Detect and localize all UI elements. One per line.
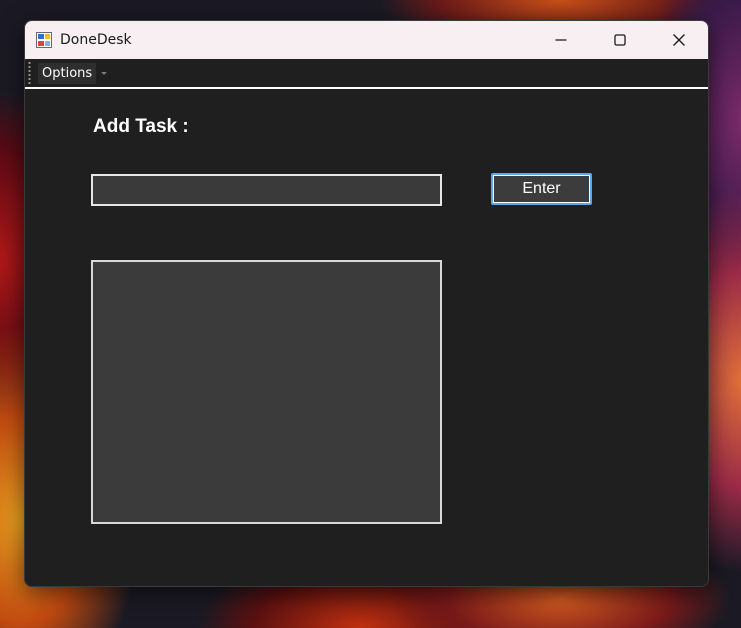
close-button[interactable] bbox=[650, 21, 708, 59]
maximize-button[interactable] bbox=[591, 21, 649, 59]
menu-strip: Options bbox=[25, 59, 708, 87]
maximize-icon bbox=[614, 34, 626, 46]
minimize-button[interactable] bbox=[532, 21, 590, 59]
task-list-box[interactable] bbox=[91, 260, 442, 524]
chevron-down-icon bbox=[101, 72, 107, 75]
app-window: DoneDesk Options Add Task : Enter bbox=[24, 20, 709, 587]
close-icon bbox=[673, 34, 685, 46]
app-icon bbox=[36, 32, 52, 48]
window-title: DoneDesk bbox=[60, 32, 132, 48]
menu-item-options[interactable]: Options bbox=[38, 63, 97, 84]
menu-grip-handle[interactable] bbox=[28, 61, 31, 85]
form-body: Add Task : Enter bbox=[25, 89, 708, 586]
title-bar[interactable]: DoneDesk bbox=[25, 21, 708, 59]
add-task-label: Add Task : bbox=[93, 116, 189, 137]
enter-button[interactable]: Enter bbox=[491, 173, 592, 205]
task-input[interactable] bbox=[91, 174, 442, 206]
minimize-icon bbox=[555, 39, 567, 41]
